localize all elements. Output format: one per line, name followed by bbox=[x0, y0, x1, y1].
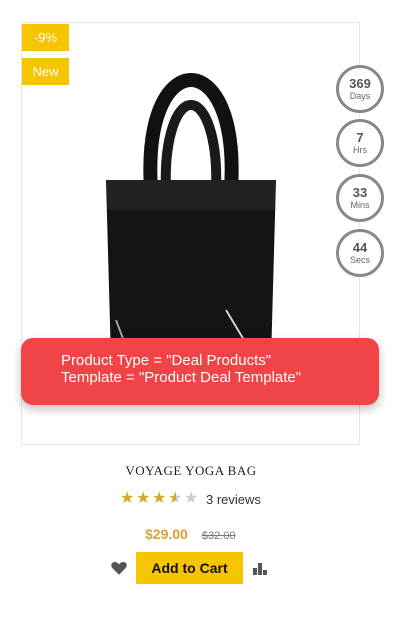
reviews-link[interactable]: 3 reviews bbox=[206, 492, 261, 507]
product-image-yoga-bag[interactable] bbox=[96, 70, 286, 370]
old-price: $32.00 bbox=[201, 530, 236, 542]
star-empty-icon: ★ bbox=[184, 490, 199, 507]
product-actions: Add to Cart bbox=[110, 552, 269, 584]
heart-icon[interactable] bbox=[110, 559, 128, 577]
price-block: $29.00 $32.00 bbox=[145, 526, 235, 542]
star-icon: ★ bbox=[136, 490, 151, 507]
discount-badge: -9% bbox=[22, 24, 69, 51]
star-half-icon: ★ bbox=[168, 490, 183, 507]
new-badge: New bbox=[22, 58, 69, 85]
rating-stars: ★ ★ ★ ★ ★ bbox=[120, 490, 200, 508]
add-to-cart-button[interactable]: Add to Cart bbox=[136, 552, 243, 584]
banner-line-template: Template = "Product Deal Template" bbox=[61, 369, 302, 386]
star-icon: ★ bbox=[120, 490, 135, 507]
star-icon: ★ bbox=[152, 490, 167, 507]
banner-line-product-type: Product Type = "Deal Products" bbox=[61, 352, 272, 369]
countdown-days: 369 Days bbox=[336, 65, 384, 113]
current-price: $29.00 bbox=[145, 526, 188, 542]
countdown-hours: 7 Hrs bbox=[336, 119, 384, 167]
countdown-minutes: 33 Mins bbox=[336, 174, 384, 222]
countdown-seconds: 44 Secs bbox=[336, 229, 384, 277]
bar-chart-icon[interactable] bbox=[251, 559, 269, 577]
product-title[interactable]: VOYAGE YOGA BAG bbox=[0, 463, 382, 479]
template-info-banner: Product Type = "Deal Products" Template … bbox=[21, 338, 379, 405]
product-rating: ★ ★ ★ ★ ★ 3 reviews bbox=[120, 490, 261, 508]
